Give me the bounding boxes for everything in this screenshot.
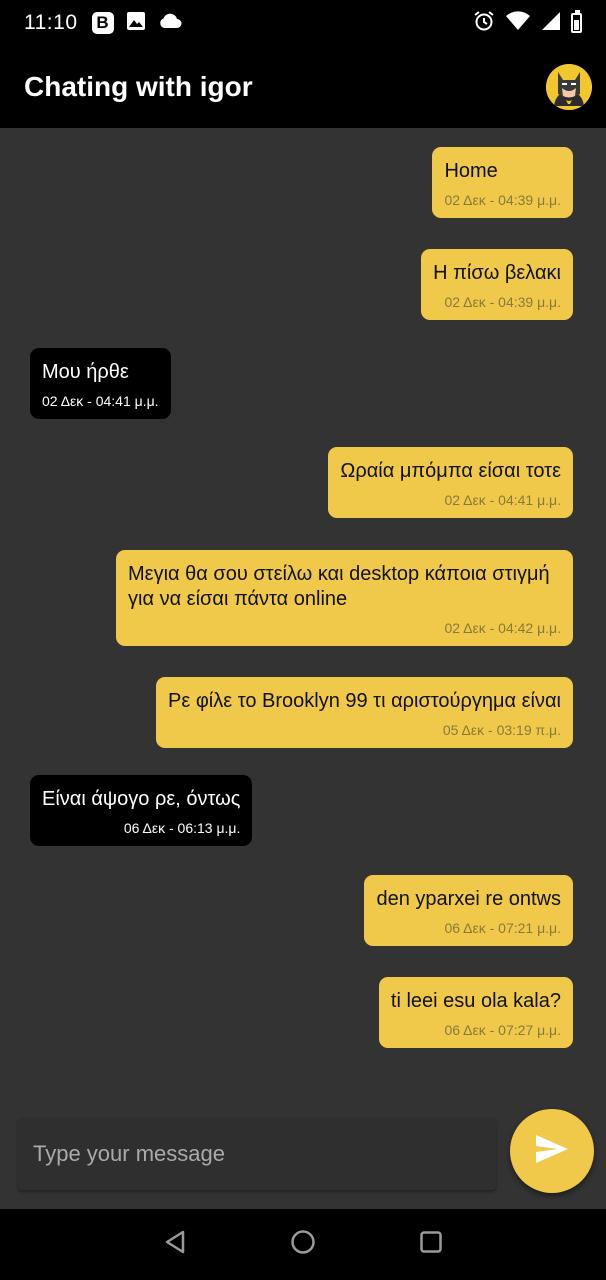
message-row: Μου ήρθε 02 Δεκ - 04:41 μ.μ. — [0, 348, 606, 419]
signal-icon — [541, 11, 561, 36]
message-row: Home 02 Δεκ - 04:39 μ.μ. — [0, 147, 606, 218]
message-text: den yparxei re ontws — [376, 888, 561, 910]
status-notification-icons: B — [91, 11, 182, 36]
message-text: Ωραία μπόμπα είσαι τοτε — [340, 460, 561, 482]
message-row: Ρε φίλε το Brooklyn 99 τι αριστούργημα ε… — [0, 677, 606, 748]
home-icon — [290, 1229, 316, 1260]
message-row: Είναι άψογο ρε, όντως 06 Δεκ - 06:13 μ.μ… — [0, 775, 606, 846]
recents-icon — [419, 1230, 443, 1259]
message-timestamp: 02 Δεκ - 04:42 μ.μ. — [444, 620, 561, 636]
message-timestamp: 06 Δεκ - 07:21 μ.μ. — [444, 920, 561, 936]
message-row: Μεγια θα σου στείλω και desktop κάποια σ… — [0, 550, 606, 646]
message-text: Μεγια θα σου στείλω και desktop κάποια σ… — [128, 563, 550, 610]
outgoing-message-bubble[interactable]: Μεγια θα σου στείλω και desktop κάποια σ… — [116, 550, 573, 646]
message-text: ti leei esu ola kala? — [390, 990, 561, 1012]
message-text: Είναι άψογο ρε, όντως — [42, 788, 241, 810]
message-row: Ωραία μπόμπα είσαι τοτε 02 Δεκ - 04:41 μ… — [0, 447, 606, 518]
system-nav-bar — [0, 1209, 606, 1280]
app-bar: Chating with igor — [0, 46, 606, 128]
message-timestamp: 02 Δεκ - 04:41 μ.μ. — [42, 393, 159, 409]
outgoing-message-bubble[interactable]: Home 02 Δεκ - 04:39 μ.μ. — [432, 147, 573, 218]
incoming-message-bubble[interactable]: Είναι άψογο ρε, όντως 06 Δεκ - 06:13 μ.μ… — [30, 775, 253, 846]
message-row: den yparxei re ontws 06 Δεκ - 07:21 μ.μ. — [0, 875, 606, 946]
message-timestamp: 02 Δεκ - 04:39 μ.μ. — [444, 192, 561, 208]
back-icon — [163, 1229, 187, 1260]
outgoing-message-bubble[interactable]: ti leei esu ola kala? 06 Δεκ - 07:27 μ.μ… — [378, 977, 573, 1048]
send-button[interactable] — [510, 1109, 594, 1193]
wifi-icon — [505, 10, 531, 36]
message-text: Η πίσω βελακι — [433, 262, 561, 284]
back-button[interactable] — [155, 1225, 195, 1265]
battery-icon — [571, 10, 582, 33]
message-timestamp: 02 Δεκ - 04:41 μ.μ. — [444, 492, 561, 508]
outgoing-message-bubble[interactable]: Ωραία μπόμπα είσαι τοτε 02 Δεκ - 04:41 μ… — [328, 447, 573, 518]
page-title: Chating with igor — [24, 71, 253, 102]
message-row: ti leei esu ola kala? 06 Δεκ - 07:27 μ.μ… — [0, 977, 606, 1048]
outgoing-message-bubble[interactable]: Η πίσω βελακι 02 Δεκ - 04:39 μ.μ. — [421, 249, 573, 320]
home-button[interactable] — [283, 1225, 323, 1265]
message-timestamp: 06 Δεκ - 06:13 μ.μ. — [123, 820, 241, 836]
outgoing-message-bubble[interactable]: den yparxei re ontws 06 Δεκ - 07:21 μ.μ. — [364, 875, 573, 946]
message-text: Ρε φίλε το Brooklyn 99 τι αριστούργημα ε… — [168, 690, 561, 712]
message-timestamp: 02 Δεκ - 04:39 μ.μ. — [444, 294, 561, 310]
message-timestamp: 06 Δεκ - 07:27 μ.μ. — [444, 1022, 561, 1038]
message-input[interactable] — [33, 1141, 496, 1167]
status-system-icons — [473, 10, 582, 37]
batman-avatar[interactable] — [546, 64, 592, 110]
image-icon — [126, 11, 146, 36]
message-timestamp: 05 Δεκ - 03:19 π.μ. — [442, 722, 561, 738]
incoming-message-bubble[interactable]: Μου ήρθε 02 Δεκ - 04:41 μ.μ. — [30, 348, 171, 419]
recents-button[interactable] — [411, 1225, 451, 1265]
outgoing-message-bubble[interactable]: Ρε φίλε το Brooklyn 99 τι αριστούργημα ε… — [156, 677, 573, 748]
status-bar: 11:10 B — [0, 0, 606, 46]
message-input-container[interactable] — [18, 1118, 496, 1190]
status-time: 11:10 — [24, 11, 78, 34]
message-list[interactable]: Home 02 Δεκ - 04:39 μ.μ. Η πίσω βελακι 0… — [0, 128, 606, 1088]
message-text: Μου ήρθε — [42, 361, 129, 383]
cloud-icon — [158, 12, 182, 35]
message-row: Η πίσω βελακι 02 Δεκ - 04:39 μ.μ. — [0, 249, 606, 320]
message-text: Home — [444, 160, 498, 182]
b-app-icon: B — [91, 12, 114, 34]
send-icon — [534, 1133, 570, 1170]
alarm-icon — [473, 10, 495, 37]
